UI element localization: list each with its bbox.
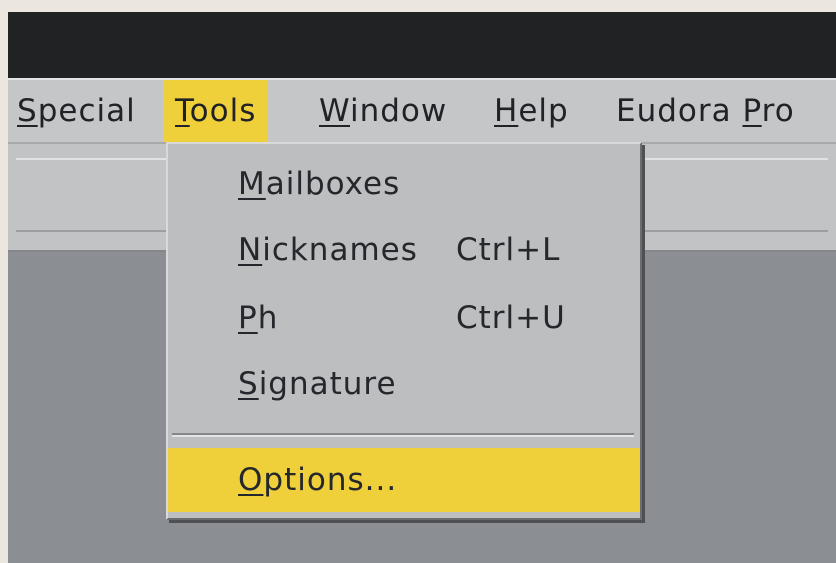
shortcut-label: Ctrl+U [456,300,566,336]
menu-item-ph[interactable]: Ph Ctrl+U [168,286,640,350]
menu-item-mailboxes[interactable]: Mailboxes [168,152,640,216]
menu-bar: Special Tools Window Help Eudora Pro [8,78,836,142]
menu-label: pecial [37,93,136,129]
menu-mnemonic: H [494,93,519,129]
title-bar [8,12,836,78]
menu-window[interactable]: Window [319,80,447,142]
menu-tools[interactable]: Tools [163,80,269,142]
menu-label: ools [189,93,257,129]
menu-mnemonic: W [319,93,350,129]
shortcut-label: Ctrl+L [456,232,561,268]
menu-label: elp [518,93,569,129]
menu-mnemonic: S [238,366,259,402]
menu-mnemonic: M [238,166,266,202]
menu-mnemonic: N [238,232,263,268]
menu-label: ro [761,93,795,129]
menu-mnemonic: P [742,93,762,129]
menu-separator [172,433,634,437]
menu-help[interactable]: Help [494,80,569,142]
menu-eudora-pro[interactable]: Eudora Pro [616,80,795,142]
menu-mnemonic: S [17,93,38,129]
menu-item-label: ailboxes [265,166,401,202]
menu-mnemonic: T [175,93,190,129]
menu-mnemonic: O [238,462,264,498]
menu-item-label: ignature [258,366,397,402]
menu-label: indow [349,93,448,129]
menu-item-label: ptions... [263,462,398,498]
menu-item-options[interactable]: Options... [168,448,640,512]
menu-item-signature[interactable]: Signature [168,352,640,416]
menu-item-nicknames[interactable]: Nicknames Ctrl+L [168,218,640,282]
menu-label-prefix: Eudora [616,93,743,129]
menu-mnemonic: P [238,300,258,336]
menu-item-label: icknames [262,232,418,268]
menu-special[interactable]: Special [17,80,136,142]
tools-dropdown-menu: Mailboxes Nicknames Ctrl+L Ph Ctrl+U Sig… [166,142,642,520]
menu-item-label: h [257,300,279,336]
